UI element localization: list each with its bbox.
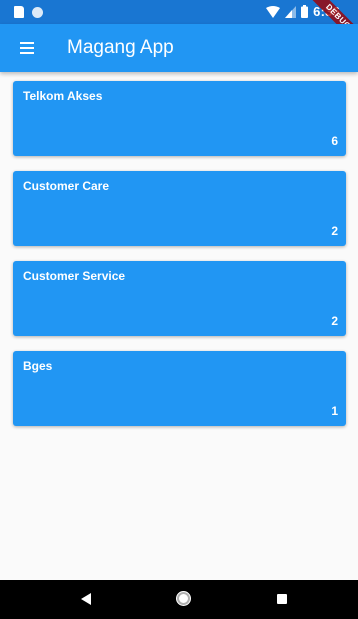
system-nav-bar	[0, 580, 358, 619]
menu-icon[interactable]	[14, 36, 38, 60]
app-bar: Magang App	[0, 24, 358, 72]
card-title: Customer Service	[23, 269, 126, 283]
category-card-customer-care[interactable]: Customer Care 2	[13, 171, 346, 246]
status-time: 6:36	[313, 4, 340, 19]
category-card-telkom-akses[interactable]: Telkom Akses 6	[13, 81, 346, 156]
category-list: Telkom Akses 6 Customer Care 2 Customer …	[13, 81, 346, 441]
card-title: Telkom Akses	[23, 89, 103, 103]
battery-icon	[301, 5, 309, 18]
status-right: 6:36	[266, 4, 340, 19]
category-card-customer-service[interactable]: Customer Service 2	[13, 261, 346, 336]
card-count: 6	[331, 134, 338, 148]
card-count: 1	[331, 404, 338, 418]
home-icon[interactable]	[177, 592, 190, 605]
recent-apps-icon[interactable]	[277, 594, 287, 604]
status-left	[14, 6, 43, 18]
back-icon[interactable]	[81, 593, 91, 605]
card-title: Customer Care	[23, 179, 110, 193]
card-title: Bges	[23, 359, 53, 373]
card-count: 2	[331, 224, 338, 238]
wifi-icon	[266, 5, 281, 18]
status-bar: 6:36	[0, 0, 358, 24]
sd-card-icon	[14, 6, 24, 18]
circle-icon	[32, 6, 43, 18]
signal-icon	[285, 5, 297, 18]
page-title: Magang App	[67, 37, 174, 58]
category-card-bges[interactable]: Bges 1	[13, 351, 346, 426]
card-count: 2	[331, 314, 338, 328]
